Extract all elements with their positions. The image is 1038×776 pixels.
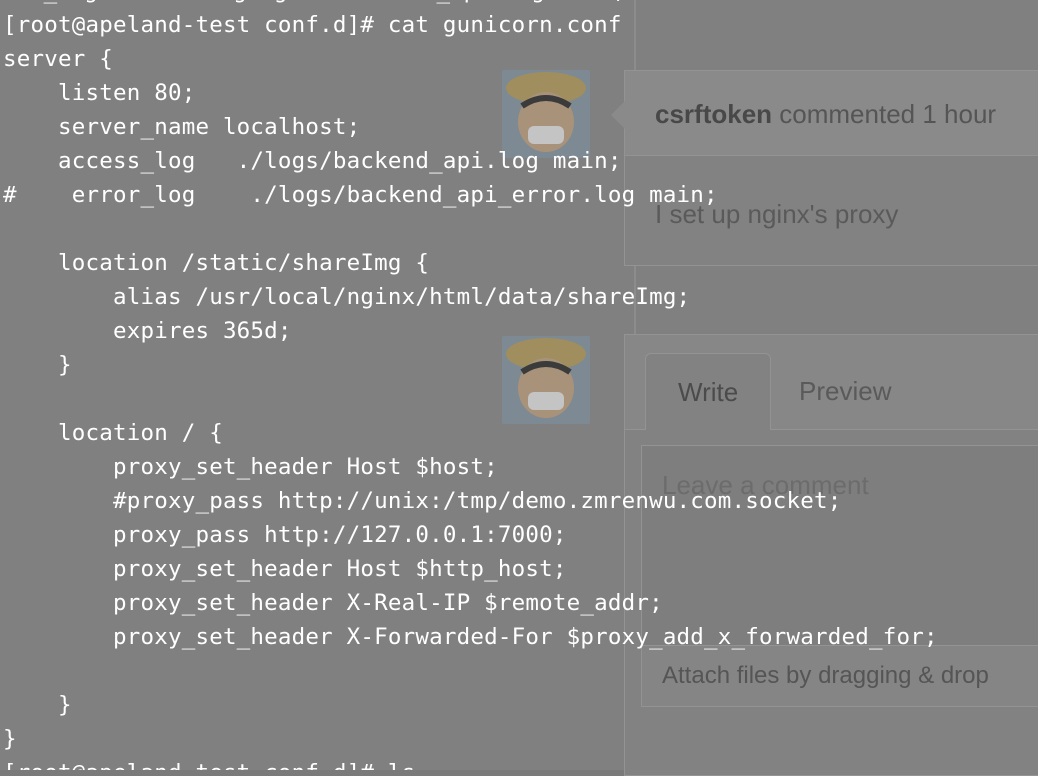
terminal-line: location / {: [3, 420, 223, 446]
terminal-line: expires 365d;: [3, 318, 292, 344]
terminal-line: }: [3, 352, 72, 378]
terminal-line: [root@apeland-test conf.d]# cat gunicorn…: [3, 12, 622, 38]
terminal-line: server_name localhost;: [3, 114, 361, 140]
terminal-line: }: [3, 692, 72, 718]
terminal-clipped-line: ess_log /var/log/nginx/backend_api.log m…: [3, 0, 626, 8]
terminal-line: #proxy_pass http://unix:/tmp/demo.zmrenw…: [3, 488, 842, 514]
terminal-line: proxy_set_header X-Forwarded-For $proxy_…: [3, 624, 938, 650]
terminal-line: # error_log ./logs/backend_api_error.log…: [3, 182, 718, 208]
terminal-line: listen 80;: [3, 80, 196, 106]
terminal-line: location /static/shareImg {: [3, 250, 430, 276]
terminal-line: alias /usr/local/nginx/html/data/shareIm…: [3, 284, 691, 310]
terminal-line: proxy_pass http://127.0.0.1:7000;: [3, 522, 567, 548]
terminal-line: server {: [3, 46, 113, 72]
terminal-line: access_log ./logs/backend_api.log main;: [3, 148, 622, 174]
terminal-line: }: [3, 726, 17, 752]
terminal-line: proxy_set_header Host $host;: [3, 454, 498, 480]
terminal-output: ess_log /var/log/nginx/backend_api.log m…: [0, 0, 1038, 770]
terminal-line: proxy_set_header X-Real-IP $remote_addr;: [3, 590, 663, 616]
terminal-line: [root@apeland-test conf.d]# ls: [3, 756, 415, 770]
terminal-line: proxy_set_header Host $http_host;: [3, 556, 567, 582]
